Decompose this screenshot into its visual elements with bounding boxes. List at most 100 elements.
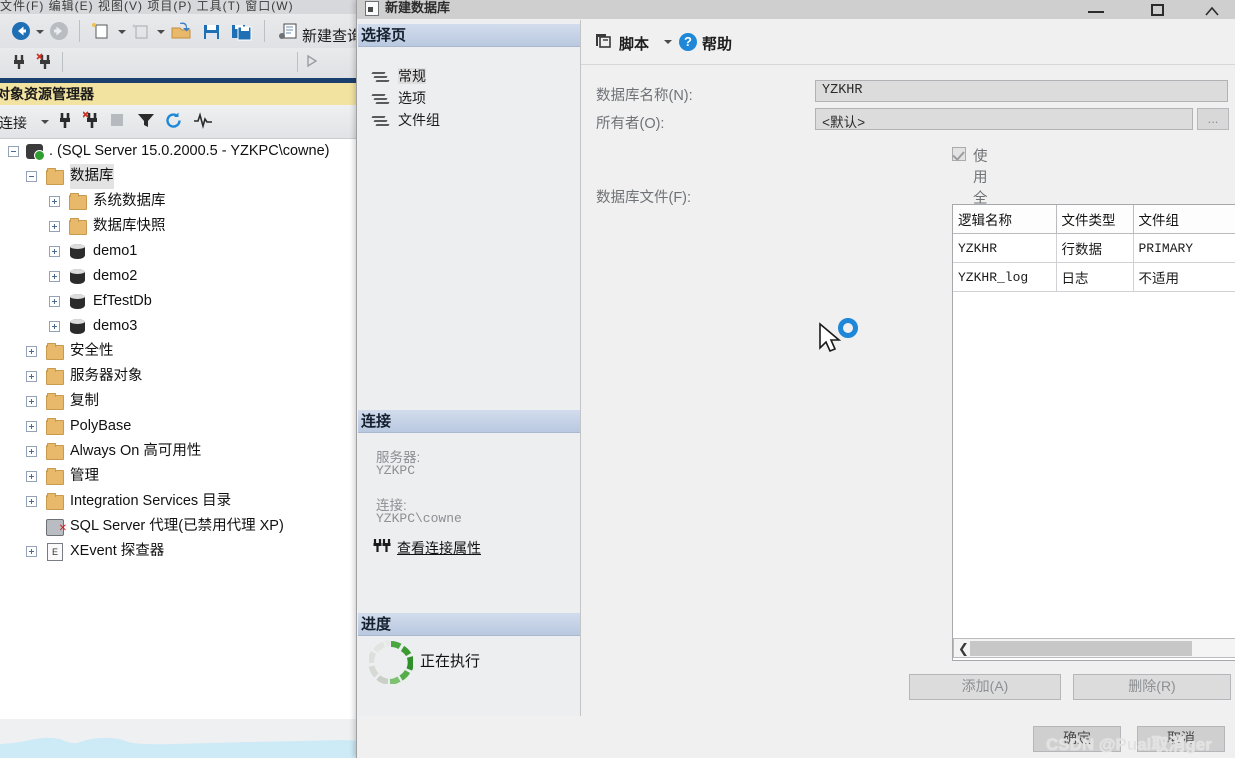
expander-plus-icon[interactable]: [26, 346, 37, 357]
page-item-filegroups[interactable]: 文件组: [358, 109, 580, 131]
tree-item-label: demo3: [93, 318, 138, 334]
cell-file-type[interactable]: 行数据: [1056, 233, 1134, 263]
expander-minus-icon[interactable]: [8, 146, 19, 157]
expander-plus-icon[interactable]: [26, 446, 37, 457]
table-horizontal-scrollbar[interactable]: ❮ ❯: [953, 638, 1235, 658]
table-row[interactable]: YZKHR 行数据 PRIMARY 8 增量为 64 MB，增长... ...: [953, 233, 1235, 263]
page-list: 常规 选项 文件组: [358, 65, 580, 131]
sql-editor-toolbar: demo3 执行: [0, 48, 360, 121]
busy-spinner-icon: [838, 318, 858, 338]
fulltext-checkbox[interactable]: [952, 147, 966, 161]
owner-input[interactable]: <默认>: [815, 108, 1193, 132]
expander-plus-icon[interactable]: [26, 471, 37, 482]
cell-logical-name[interactable]: YZKHR_log: [953, 262, 1057, 292]
maximize-icon[interactable]: [1135, 0, 1181, 19]
help-icon[interactable]: ?: [679, 33, 697, 51]
dialog-title-bar[interactable]: 新建数据库: [357, 0, 1235, 19]
execute-play-icon[interactable]: [303, 52, 325, 72]
expander-plus-icon[interactable]: [49, 246, 60, 257]
expander-plus-icon[interactable]: [26, 496, 37, 507]
db-files-label: 数据库文件(F):: [596, 190, 692, 206]
close-icon[interactable]: [1190, 0, 1235, 19]
tree-item-label: PolyBase: [70, 418, 132, 434]
cell-logical-name[interactable]: YZKHR: [953, 233, 1057, 263]
tree-item-label: demo1: [93, 243, 138, 259]
folder-icon: [46, 443, 64, 460]
owner-browse-button[interactable]: ...: [1197, 108, 1229, 130]
open-folder-icon[interactable]: [170, 21, 192, 41]
cell-filegroup[interactable]: 不适用: [1133, 262, 1235, 292]
progress-header: 进度: [358, 613, 580, 636]
database-icon: [70, 319, 85, 334]
disconnect-icon[interactable]: [82, 111, 105, 131]
expander-plus-icon[interactable]: [49, 196, 60, 207]
ssms-main-window: 文件(F) 编辑(E) 视图(V) 项目(P) 工具(T) 窗口(W) 新建查询…: [0, 0, 362, 758]
expander-plus-icon[interactable]: [49, 321, 60, 332]
new-project-caret-icon[interactable]: [118, 30, 126, 34]
page-item-general[interactable]: 常规: [358, 65, 580, 87]
expander-minus-icon[interactable]: [26, 171, 37, 182]
menu-bar[interactable]: 文件(F) 编辑(E) 视图(V) 项目(P) 工具(T) 窗口(W): [0, 0, 360, 14]
tree-item-label: EfTestDb: [93, 293, 152, 309]
page-item-options[interactable]: 选项: [358, 87, 580, 109]
connect-icon[interactable]: [56, 111, 78, 131]
minimize-icon[interactable]: [1074, 0, 1120, 19]
agent-disabled-icon: [46, 516, 67, 541]
new-project-icon[interactable]: [90, 21, 112, 41]
column-header-logical-name[interactable]: 逻辑名称: [953, 205, 1057, 234]
tree-item-label: 复制: [70, 393, 99, 409]
script-label[interactable]: 脚本: [619, 33, 649, 54]
oe-connect-caret-icon[interactable]: [41, 120, 49, 124]
connection-value: YZKPC\cowne: [376, 511, 462, 526]
expander-plus-icon[interactable]: [49, 221, 60, 232]
cell-filegroup[interactable]: PRIMARY: [1133, 233, 1235, 263]
script-caret-icon[interactable]: [664, 40, 672, 44]
object-explorer-tree[interactable]: . (SQL Server 15.0.2000.5 - YZKPC\cowne)…: [0, 139, 358, 719]
wrench-icon: [371, 91, 390, 105]
new-item-caret-icon[interactable]: [157, 30, 165, 34]
scrollbar-thumb[interactable]: [970, 641, 1192, 656]
help-label[interactable]: 帮助: [702, 33, 732, 54]
folder-icon: [46, 418, 64, 435]
dialog-title: 新建数据库: [385, 0, 451, 15]
chevron-left-icon[interactable]: ❮: [958, 641, 969, 656]
expander-plus-icon[interactable]: [26, 421, 37, 432]
activity-monitor-icon[interactable]: [193, 112, 215, 132]
folder-icon: [69, 193, 87, 210]
dialog-right-toolbar: 脚本 ? 帮助: [581, 20, 1235, 65]
filter-icon[interactable]: [137, 112, 159, 132]
new-item-icon[interactable]: [130, 21, 152, 41]
disconnect-plug-icon[interactable]: [36, 52, 58, 72]
expander-plus-icon[interactable]: [26, 371, 37, 382]
expander-plus-icon[interactable]: [49, 271, 60, 282]
db-name-input[interactable]: YZKHR: [815, 80, 1228, 102]
remove-file-button[interactable]: 删除(R): [1073, 674, 1231, 700]
expander-plus-icon[interactable]: [49, 296, 60, 307]
new-query-label[interactable]: 新建查询: [302, 25, 362, 46]
new-query-icon[interactable]: [278, 21, 300, 41]
expander-plus-icon[interactable]: [26, 546, 37, 557]
save-icon[interactable]: [200, 21, 222, 41]
back-arrow-icon[interactable]: [10, 21, 32, 41]
refresh-icon[interactable]: [165, 112, 187, 132]
cancel-button[interactable]: 取消: [1137, 726, 1225, 752]
tree-item-label: 管理: [70, 468, 99, 484]
database-icon: [70, 269, 85, 284]
cell-file-type[interactable]: 日志: [1056, 262, 1134, 292]
back-dropdown-caret-icon[interactable]: [36, 30, 44, 34]
table-row[interactable]: YZKHR_log 日志 不适用 8 增量为 64 MB，增长... ...: [953, 262, 1235, 292]
tree-item-label: demo2: [93, 268, 138, 284]
menu-bar-text: 文件(F) 编辑(E) 视图(V) 项目(P) 工具(T) 窗口(W): [0, 0, 294, 13]
oe-connect-text: 连接: [0, 115, 27, 131]
ok-button[interactable]: 确定: [1033, 726, 1121, 752]
database-files-table[interactable]: 逻辑名称 文件类型 文件组 初始大小(MB) 自动增长/最大大小 YZKHR 行…: [952, 204, 1235, 661]
add-file-button[interactable]: 添加(A): [909, 674, 1061, 700]
connect-plug-icon[interactable]: [10, 52, 32, 72]
oe-connect-label[interactable]: 连接: [0, 113, 27, 133]
tree-item-label: Integration Services 目录: [70, 493, 232, 509]
column-header-file-type[interactable]: 文件类型: [1056, 205, 1134, 234]
view-connection-properties-link[interactable]: 查看连接属性: [397, 538, 481, 558]
expander-plus-icon[interactable]: [26, 396, 37, 407]
save-all-icon[interactable]: [230, 21, 252, 41]
column-header-filegroup[interactable]: 文件组: [1133, 205, 1235, 234]
